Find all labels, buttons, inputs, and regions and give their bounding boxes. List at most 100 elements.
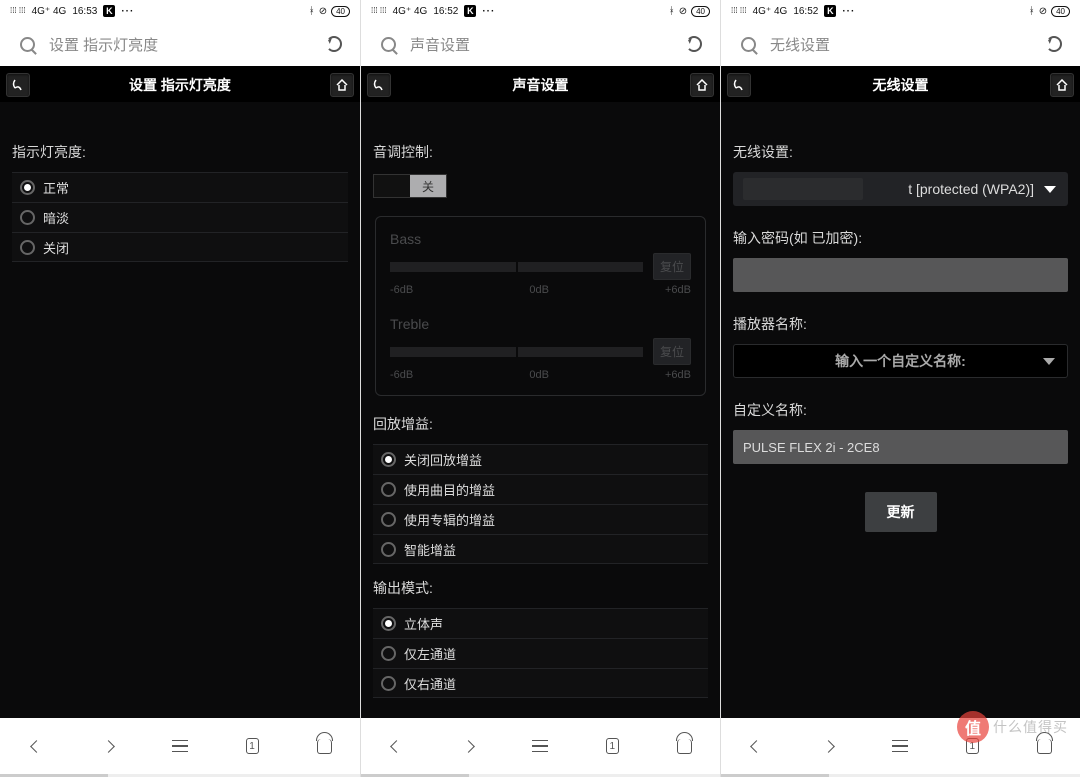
radio-icon xyxy=(20,210,35,225)
page-title: 声音设置 xyxy=(391,75,690,95)
toggle-off-side: 关 xyxy=(410,175,446,197)
reload-icon[interactable] xyxy=(686,36,702,52)
nav-tabs[interactable]: 1 xyxy=(241,735,263,757)
network-dropdown[interactable]: t [protected (WPA2)] xyxy=(733,172,1068,206)
bluetooth-icon: ᚼ xyxy=(1029,6,1035,17)
app-body: 无线设置: t [protected (WPA2)] 输入密码(如 已加密): … xyxy=(721,102,1080,718)
app-header: 无线设置 xyxy=(721,68,1080,102)
dnd-icon: ⊘ xyxy=(679,6,687,17)
home-button[interactable] xyxy=(330,73,354,97)
toggle-on-side xyxy=(374,175,410,197)
player-name-dropdown[interactable]: 输入一个自定义名称: xyxy=(733,344,1068,378)
address-text: 声音设置 xyxy=(410,34,672,55)
nav-home[interactable] xyxy=(313,735,335,757)
section-label-output: 输出模式: xyxy=(373,578,708,598)
brightness-options: 正常 暗淡 关闭 xyxy=(12,172,348,262)
signal-icon: ⁞⁞⁞ ⁞⁞⁞ xyxy=(731,7,747,15)
custom-name-input[interactable]: PULSE FLEX 2i - 2CE8 xyxy=(733,430,1068,464)
treble-label: Treble xyxy=(390,316,691,332)
browser-nav: 1 xyxy=(0,718,360,774)
dnd-icon: ⊘ xyxy=(1039,6,1047,17)
radio-icon xyxy=(381,646,396,661)
nav-forward[interactable] xyxy=(97,735,119,757)
option-label: 使用曲目的增益 xyxy=(404,480,495,499)
reload-icon[interactable] xyxy=(326,36,342,52)
k-badge-icon: K xyxy=(464,5,476,17)
chevron-down-icon xyxy=(1043,358,1055,365)
radio-icon xyxy=(381,676,396,691)
option-label: 智能增益 xyxy=(404,540,456,559)
search-icon xyxy=(741,37,756,52)
nav-menu[interactable] xyxy=(169,735,191,757)
treble-slider[interactable] xyxy=(390,347,643,357)
section-label-gain: 回放增益: xyxy=(373,414,708,434)
reload-icon[interactable] xyxy=(1046,36,1062,52)
bass-slider[interactable] xyxy=(390,262,643,272)
tone-toggle[interactable]: 关 xyxy=(373,174,447,198)
home-button[interactable] xyxy=(1050,73,1074,97)
bass-reset-button[interactable]: 复位 xyxy=(653,253,691,280)
treble-reset-button[interactable]: 复位 xyxy=(653,338,691,365)
back-button[interactable] xyxy=(6,73,30,97)
section-label-password: 输入密码(如 已加密): xyxy=(733,228,1068,248)
tick-min: -6dB xyxy=(390,369,413,381)
gain-option[interactable]: 关闭回放增益 xyxy=(373,444,708,474)
option-label: 仅右通道 xyxy=(404,674,456,693)
phone-screen-2: ⁞⁞⁞ ⁞⁞⁞ 4G⁺ 4G 16:52 K ··· ᚼ ⊘ 40 声音设置 声… xyxy=(360,0,720,777)
nav-tabs[interactable]: 1 xyxy=(601,735,623,757)
watermark-text: 什么值得买 xyxy=(993,717,1068,737)
watermark-badge: 值 xyxy=(957,711,989,743)
section-label-tone: 音调控制: xyxy=(373,142,708,162)
network-type: 4G⁺ 4G xyxy=(32,6,67,17)
address-text: 无线设置 xyxy=(770,34,1032,55)
tick-max: +6dB xyxy=(665,369,691,381)
signal-icon: ⁞⁞⁞ ⁞⁞⁞ xyxy=(10,7,26,15)
output-option[interactable]: 仅右通道 xyxy=(373,668,708,698)
address-text: 设置 指示灯亮度 xyxy=(49,34,312,55)
nav-back[interactable] xyxy=(25,735,47,757)
back-button[interactable] xyxy=(727,73,751,97)
option-label: 正常 xyxy=(43,178,69,197)
nav-menu[interactable] xyxy=(889,735,911,757)
home-button[interactable] xyxy=(690,73,714,97)
more-icon: ··· xyxy=(121,6,134,17)
section-label-player: 播放器名称: xyxy=(733,314,1068,334)
section-label-wifi: 无线设置: xyxy=(733,142,1068,162)
player-placeholder: 输入一个自定义名称: xyxy=(746,351,1055,371)
more-icon: ··· xyxy=(842,6,855,17)
nav-back[interactable] xyxy=(386,735,408,757)
watermark: 值 什么值得买 xyxy=(957,711,1068,743)
browser-address-bar[interactable]: 无线设置 xyxy=(721,22,1080,68)
tick-mid: 0dB xyxy=(529,284,549,296)
tick-mid: 0dB xyxy=(529,369,549,381)
nav-forward[interactable] xyxy=(818,735,840,757)
option-normal[interactable]: 正常 xyxy=(12,172,348,202)
update-button[interactable]: 更新 xyxy=(865,492,937,532)
app-body: 音调控制: 关 Bass 复位 -6dB0dB+6dB Treble xyxy=(361,102,720,718)
nav-home[interactable] xyxy=(673,735,695,757)
radio-icon xyxy=(20,240,35,255)
option-label: 暗淡 xyxy=(43,208,69,227)
nav-menu[interactable] xyxy=(529,735,551,757)
gain-options: 关闭回放增益 使用曲目的增益 使用专辑的增益 智能增益 xyxy=(373,444,708,564)
radio-icon xyxy=(381,616,396,631)
radio-icon xyxy=(381,482,396,497)
status-bar: ⁞⁞⁞ ⁞⁞⁞ 4G⁺ 4G 16:52 K ··· ᚼ ⊘ 40 xyxy=(361,0,720,22)
battery-icon: 40 xyxy=(1051,6,1070,17)
browser-address-bar[interactable]: 声音设置 xyxy=(361,22,720,68)
back-button[interactable] xyxy=(367,73,391,97)
option-dim[interactable]: 暗淡 xyxy=(12,202,348,232)
nav-forward[interactable] xyxy=(458,735,480,757)
k-badge-icon: K xyxy=(103,5,115,17)
gain-option[interactable]: 使用专辑的增益 xyxy=(373,504,708,534)
password-input[interactable] xyxy=(733,258,1068,292)
browser-address-bar[interactable]: 设置 指示灯亮度 xyxy=(0,22,360,68)
option-off[interactable]: 关闭 xyxy=(12,232,348,262)
output-option[interactable]: 仅左通道 xyxy=(373,638,708,668)
option-label: 关闭回放增益 xyxy=(404,450,482,469)
nav-back[interactable] xyxy=(746,735,768,757)
gain-option[interactable]: 智能增益 xyxy=(373,534,708,564)
tick-min: -6dB xyxy=(390,284,413,296)
output-option[interactable]: 立体声 xyxy=(373,608,708,638)
gain-option[interactable]: 使用曲目的增益 xyxy=(373,474,708,504)
